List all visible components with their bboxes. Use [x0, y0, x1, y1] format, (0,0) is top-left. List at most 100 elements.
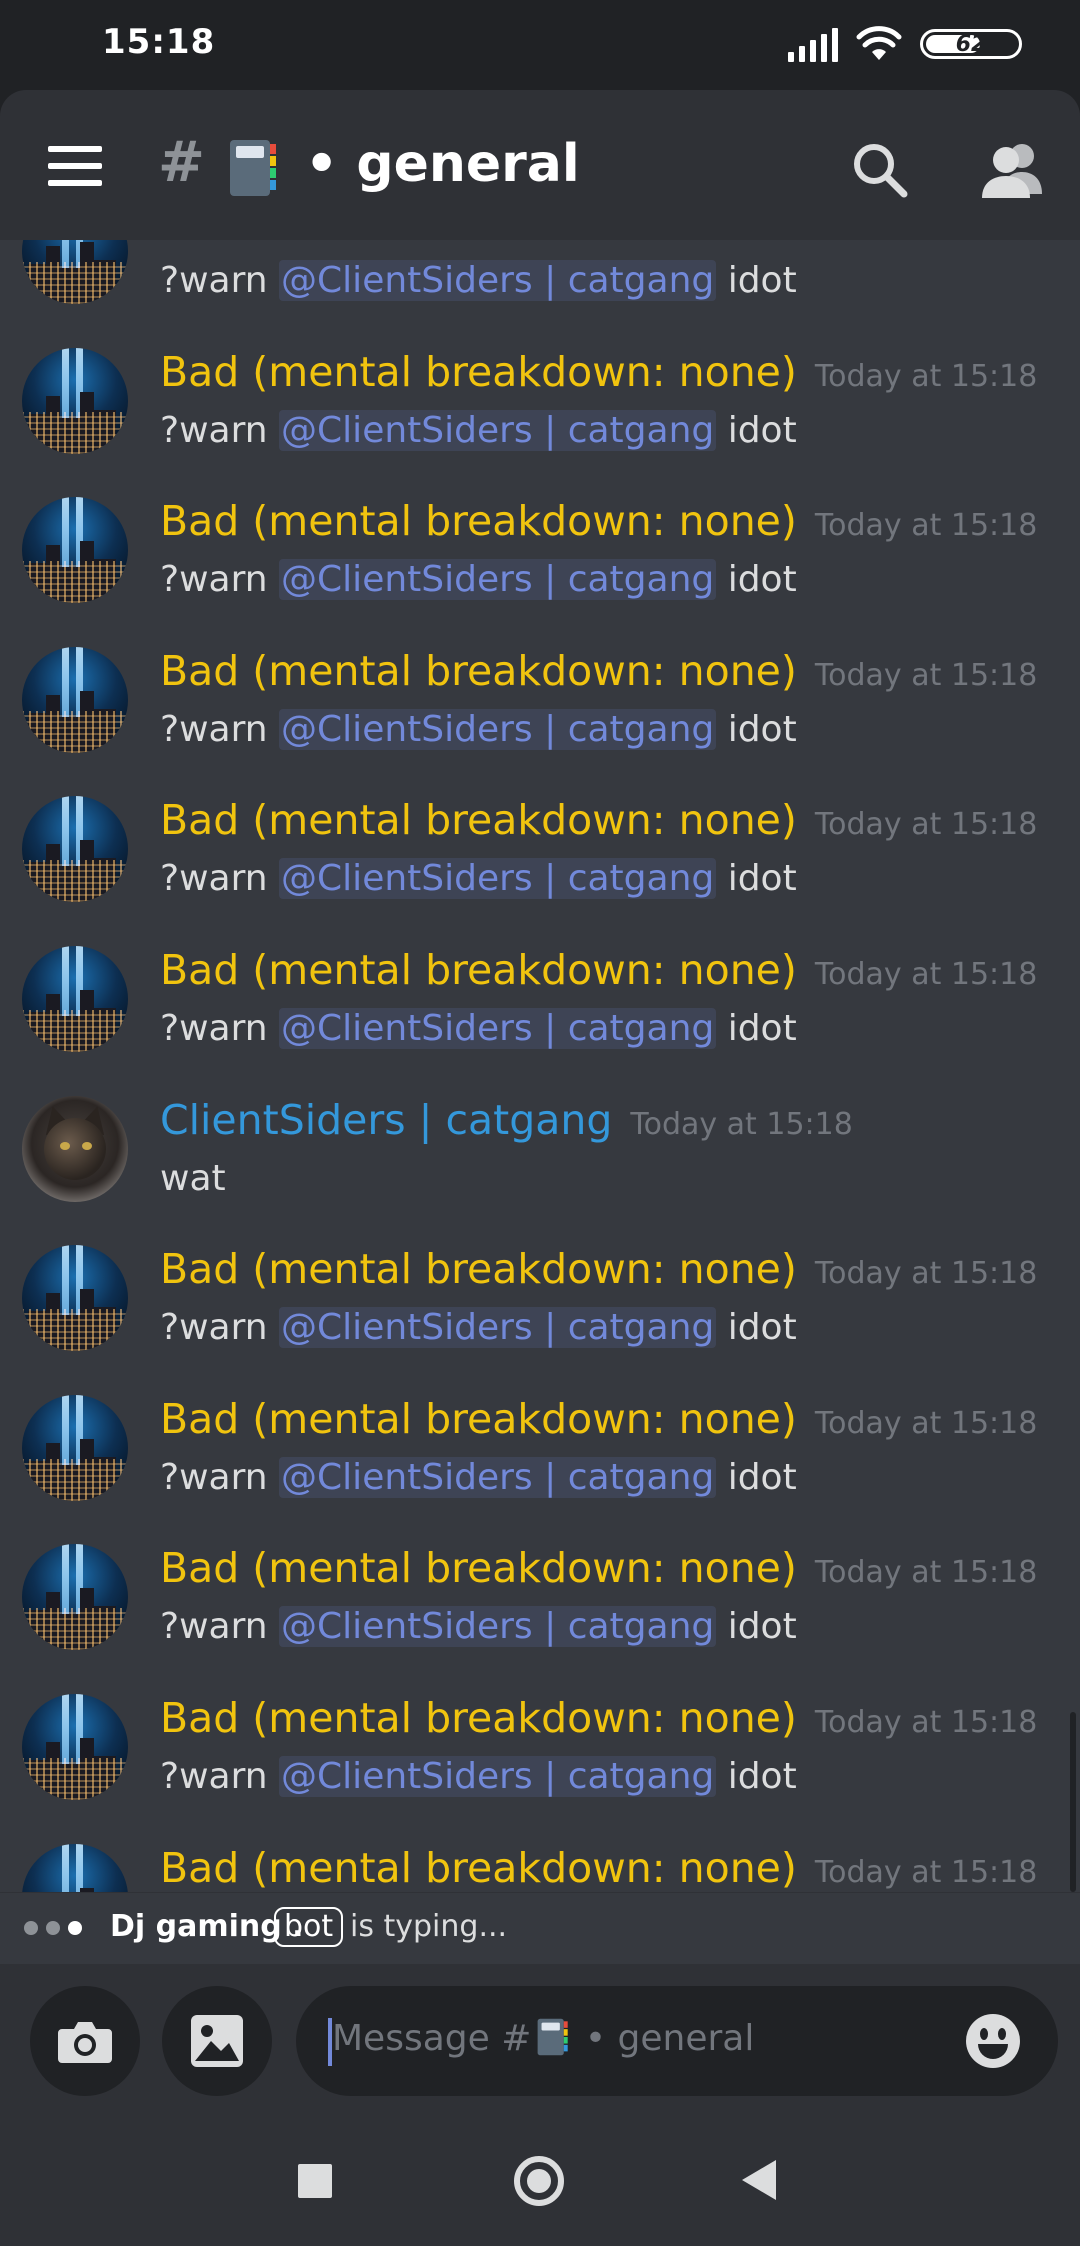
- avatar[interactable]: [22, 946, 128, 1052]
- signal-icon: [788, 26, 838, 62]
- message-text: idot: [716, 1756, 797, 1797]
- message-text: wat: [160, 1157, 226, 1199]
- avatar[interactable]: [22, 1544, 128, 1651]
- message-author[interactable]: Bad (mental breakdown: none): [160, 796, 797, 844]
- message-author[interactable]: Bad (mental breakdown: none): [160, 1395, 797, 1443]
- message-list[interactable]: ?warn @ClientSiders | catgang idot Bad (m…: [0, 240, 1080, 1892]
- status-time: 15:18: [102, 22, 216, 62]
- message-header: Bad (mental breakdown: none) Today at 15:…: [160, 796, 1037, 844]
- wifi-icon: [856, 26, 902, 60]
- battery-icon: 62: [920, 29, 1022, 59]
- message-item[interactable]: Bad (mental breakdown: none) Today at 15:…: [0, 1237, 1080, 1387]
- search-icon[interactable]: [850, 140, 910, 200]
- image-icon: [191, 2015, 243, 2067]
- message-text: idot: [716, 708, 797, 750]
- hash-icon: #: [158, 130, 205, 195]
- camera-icon: [58, 2022, 112, 2063]
- message-input[interactable]: Message # • general: [296, 1986, 1058, 2096]
- message-author[interactable]: Bad (mental breakdown: none): [160, 348, 797, 396]
- message-timestamp: Today at 15:18: [814, 807, 1038, 843]
- user-mention[interactable]: @ClientSiders | catgang: [279, 1456, 717, 1498]
- message-item[interactable]: Bad (mental breakdown: none) Today at 15:…: [0, 639, 1080, 789]
- message-content: ?warn @ClientSiders | catgang idot: [160, 1456, 797, 1498]
- emoji-icon[interactable]: [964, 2012, 1022, 2070]
- typing-indicator: Dj gaming . bot is typing...: [0, 1892, 1080, 1965]
- message-item[interactable]: ?warn @ClientSiders | catgang idot: [0, 240, 1080, 340]
- channel-name: • general: [305, 134, 580, 194]
- message-timestamp: Today at 15:18: [814, 657, 1038, 693]
- avatar[interactable]: [22, 240, 128, 304]
- user-mention[interactable]: @ClientSiders | catgang: [279, 559, 717, 601]
- recents-icon[interactable]: [298, 2164, 332, 2198]
- message-item[interactable]: Bad (mental breakdown: none) Today at 15:…: [0, 788, 1080, 938]
- message-header: Bad (mental breakdown: none) Today at 15:…: [160, 348, 1037, 396]
- message-item[interactable]: Bad (mental breakdown: none) Today at 15:…: [0, 1836, 1080, 1892]
- back-icon[interactable]: [742, 2160, 776, 2200]
- message-content: ?warn @ClientSiders | catgang idot: [160, 858, 797, 900]
- message-text: ?warn: [160, 409, 280, 451]
- message-author[interactable]: Bad (mental breakdown: none): [160, 1544, 797, 1592]
- user-mention[interactable]: @ClientSiders | catgang: [279, 409, 717, 451]
- message-text: ?warn: [160, 708, 280, 750]
- camera-button[interactable]: [30, 1986, 140, 2096]
- user-mention[interactable]: @ClientSiders | catgang: [279, 1606, 717, 1648]
- user-mention[interactable]: @ClientSiders | catgang: [279, 1008, 717, 1049]
- message-item[interactable]: Bad (mental breakdown: none) Today at 15:…: [0, 1387, 1080, 1537]
- message-author[interactable]: Bad (mental breakdown: none): [160, 647, 797, 695]
- message-item[interactable]: Bad (mental breakdown: none) Today at 15:…: [0, 1536, 1080, 1686]
- message-item[interactable]: Bad (mental breakdown: none) Today at 15:…: [0, 340, 1080, 490]
- message-header: Bad (mental breakdown: none) Today at 15:…: [160, 1694, 1037, 1742]
- notebook-icon: [538, 2018, 569, 2056]
- notebook-icon: [230, 140, 276, 196]
- message-content: ?warn @ClientSiders | catgang idot: [160, 1307, 797, 1349]
- home-icon[interactable]: [514, 2156, 564, 2206]
- avatar[interactable]: [22, 1245, 128, 1352]
- message-text: ?warn: [160, 260, 280, 301]
- avatar[interactable]: [22, 646, 128, 753]
- message-author[interactable]: Bad (mental breakdown: none): [160, 1245, 797, 1293]
- message-header: Bad (mental breakdown: none) Today at 15:…: [160, 1844, 1037, 1892]
- avatar[interactable]: [22, 1843, 128, 1892]
- message-content: ?warn @ClientSiders | catgang idot: [160, 1008, 797, 1049]
- message-text: ?warn: [160, 559, 280, 601]
- message-author[interactable]: Bad (mental breakdown: none): [160, 1844, 797, 1892]
- avatar[interactable]: [22, 497, 128, 604]
- typing-dots-icon: [24, 1921, 82, 1935]
- message-timestamp: Today at 15:18: [814, 508, 1038, 544]
- user-mention[interactable]: @ClientSiders | catgang: [279, 1307, 717, 1349]
- avatar[interactable]: [22, 1095, 128, 1202]
- message-item[interactable]: Bad (mental breakdown: none) Today at 15:…: [0, 1686, 1080, 1836]
- message-timestamp: Today at 15:18: [814, 358, 1038, 394]
- message-header: Bad (mental breakdown: none) Today at 15:…: [160, 946, 1037, 994]
- message-item[interactable]: Bad (mental breakdown: none) Today at 15:…: [0, 489, 1080, 639]
- scrollbar[interactable]: [1070, 1712, 1076, 1892]
- message-text: ?warn: [160, 1008, 280, 1049]
- image-button[interactable]: [162, 1986, 272, 2096]
- message-timestamp: Today at 15:18: [814, 1555, 1038, 1591]
- avatar[interactable]: [22, 796, 128, 903]
- message-content: ?warn @ClientSiders | catgang idot: [160, 559, 797, 601]
- message-text: idot: [716, 559, 797, 601]
- message-author[interactable]: Bad (mental breakdown: none): [160, 946, 797, 994]
- message-content: ?warn @ClientSiders | catgang idot: [160, 1756, 797, 1797]
- user-mention[interactable]: @ClientSiders | catgang: [279, 708, 717, 750]
- avatar[interactable]: [22, 347, 128, 454]
- avatar[interactable]: [22, 1694, 128, 1800]
- user-mention[interactable]: @ClientSiders | catgang: [279, 1756, 717, 1797]
- message-author[interactable]: Bad (mental breakdown: none): [160, 497, 797, 545]
- avatar[interactable]: [22, 1394, 128, 1501]
- user-mention[interactable]: @ClientSiders | catgang: [279, 260, 717, 301]
- members-icon[interactable]: [978, 140, 1046, 200]
- status-icons: 62: [788, 26, 1022, 62]
- message-header: ClientSiders | catgang Today at 15:18: [160, 1096, 853, 1144]
- menu-icon[interactable]: [48, 146, 102, 186]
- message-author[interactable]: ClientSiders | catgang: [160, 1096, 612, 1144]
- message-text: idot: [716, 1008, 797, 1049]
- message-item[interactable]: Bad (mental breakdown: none) Today at 15:…: [0, 938, 1080, 1088]
- message-header: Bad (mental breakdown: none) Today at 15:…: [160, 1544, 1037, 1592]
- user-mention[interactable]: @ClientSiders | catgang: [279, 858, 717, 900]
- message-item[interactable]: ClientSiders | catgang Today at 15:18 wat: [0, 1088, 1080, 1238]
- message-author[interactable]: Bad (mental breakdown: none): [160, 1694, 797, 1742]
- message-header: Bad (mental breakdown: none) Today at 15:…: [160, 647, 1037, 695]
- message-timestamp: Today at 15:18: [814, 1405, 1038, 1441]
